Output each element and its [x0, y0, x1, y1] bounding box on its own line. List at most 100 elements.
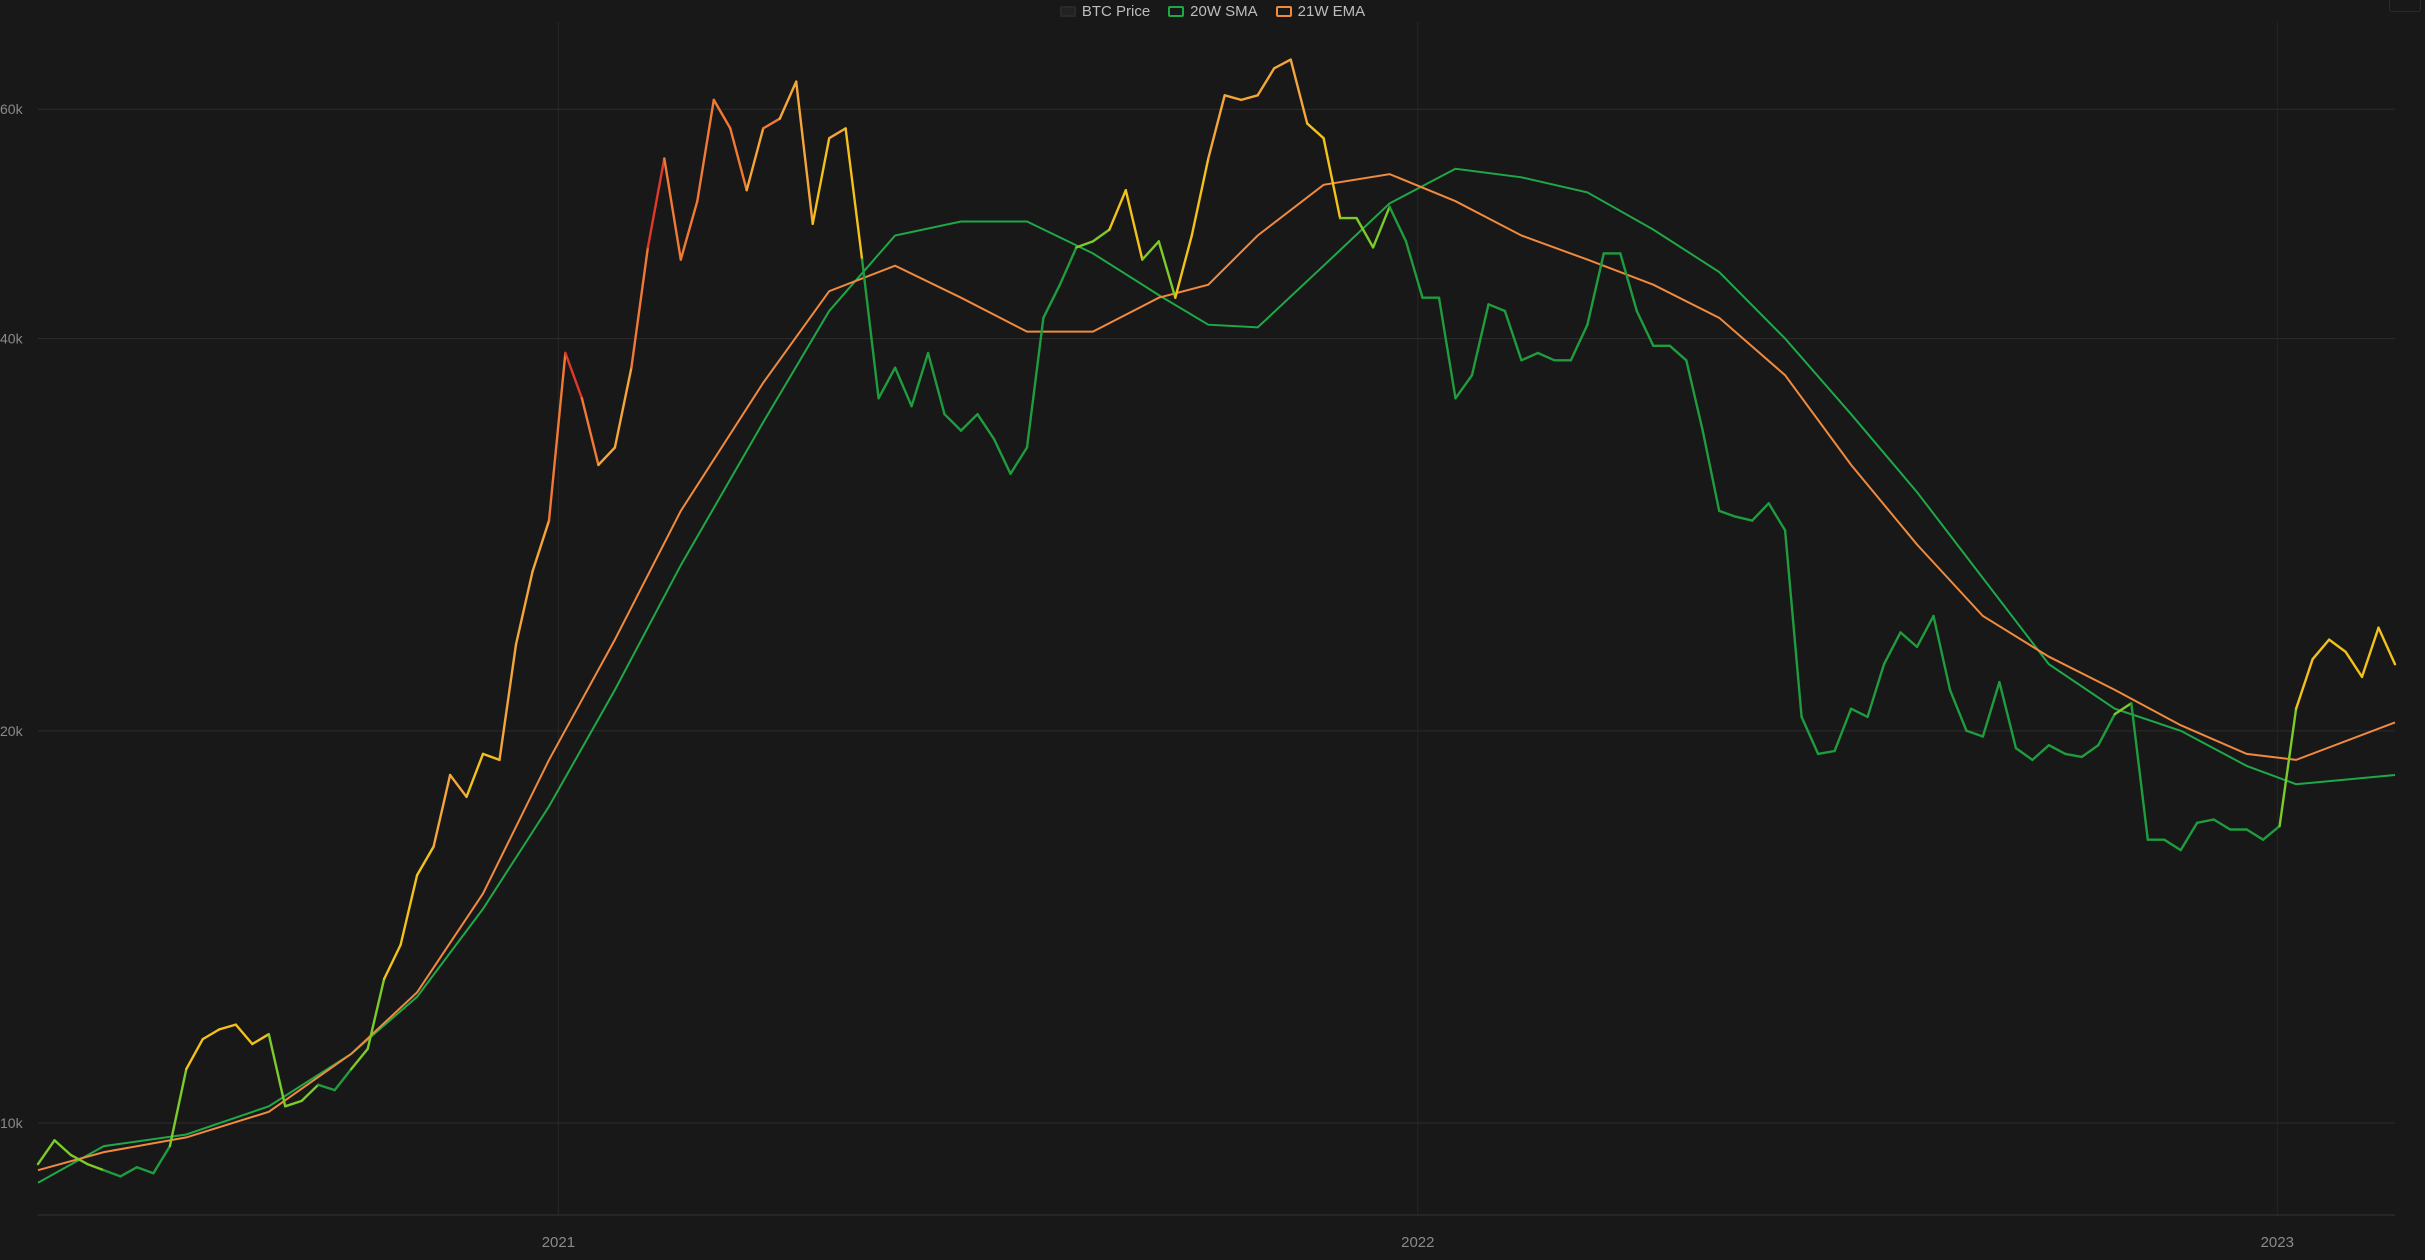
- btc-price-segment: [1915, 614, 1935, 649]
- btc-price-segment: [531, 519, 551, 573]
- btc-price-segment: [696, 98, 715, 203]
- btc-price-segment: [86, 1162, 106, 1172]
- btc-price-segment: [1717, 509, 1737, 518]
- legend-item-btc-price[interactable]: BTC Price: [1059, 3, 1150, 20]
- x-axis-ticks: 2021 2022 2023: [542, 1234, 2294, 1251]
- legend-label-20w-sma: 20W SMA: [1190, 2, 1258, 20]
- btc-price-segment: [185, 1037, 205, 1071]
- btc-price-segment: [1305, 122, 1325, 140]
- btc-price-segment: [1437, 296, 1457, 400]
- btc-price-segment: [959, 413, 979, 432]
- btc-price-segment: [877, 366, 897, 400]
- y-tick-label: 60k: [0, 101, 24, 117]
- series-20w-sma-line: [37, 167, 2396, 1184]
- btc-price-segment: [1404, 240, 1424, 299]
- btc-price-segment: [432, 773, 452, 848]
- btc-price-segment: [1388, 205, 1408, 243]
- btc-price-segment: [1371, 205, 1391, 249]
- y-tick-label: 10k: [0, 1115, 24, 1131]
- btc-price-segment: [1734, 515, 1754, 522]
- btc-price-segment: [976, 413, 996, 441]
- btc-price-segment: [135, 1165, 155, 1175]
- btc-price-segment: [1685, 359, 1704, 432]
- btc-price-segment: [399, 873, 419, 947]
- btc-price-segment: [1849, 707, 1869, 719]
- x-tick-label: 2021: [542, 1234, 575, 1251]
- btc-price-segment: [2245, 828, 2265, 841]
- btc-price-segment: [2097, 712, 2117, 747]
- btc-price-segment: [317, 1083, 336, 1092]
- btc-price-segment: [1042, 283, 1062, 319]
- legend-item-21w-ema[interactable]: 21W EMA: [1275, 3, 1365, 20]
- btc-price-segment: [2377, 626, 2397, 666]
- btc-price-segment: [1470, 303, 1490, 377]
- btc-price-segment: [53, 1139, 73, 1157]
- btc-price-segment: [1075, 240, 1095, 249]
- btc-price-segment: [1750, 502, 1770, 522]
- btc-price-segment: [234, 1023, 254, 1046]
- btc-price-segment: [1025, 316, 1045, 449]
- btc-price-segment: [1157, 240, 1177, 299]
- btc-price-segment: [2278, 707, 2298, 828]
- btc-price-segment: [1272, 58, 1292, 70]
- btc-price-segment: [1190, 157, 1210, 237]
- btc-price-segment: [1487, 303, 1507, 313]
- btc-price-segment: [465, 752, 485, 798]
- btc-price-segment: [1207, 94, 1226, 160]
- btc-price-segment: [333, 1067, 353, 1092]
- btc-price-segment: [613, 366, 633, 449]
- btc-price-segment: [382, 943, 402, 981]
- btc-price-segment: [893, 366, 913, 408]
- btc-price-segment: [1289, 58, 1309, 125]
- btc-price-segment: [1635, 309, 1655, 347]
- btc-price-segment: [860, 258, 880, 400]
- btc-price-segment: [1058, 246, 1078, 286]
- btc-price-segment: [1503, 309, 1523, 362]
- btc-price-segment: [1141, 240, 1161, 261]
- btc-price-segment: [679, 199, 699, 261]
- btc-price-segment: [745, 127, 765, 192]
- y-axis-ticks: 10k 20k 40k 60k: [0, 101, 24, 1131]
- btc-price-segment: [1816, 749, 1836, 756]
- btc-price-segment: [547, 351, 567, 522]
- btc-price-segment: [2014, 746, 2034, 762]
- btc-price-segment: [1256, 67, 1276, 97]
- btc-price-segment: [663, 157, 682, 261]
- btc-price-segment: [646, 157, 666, 249]
- btc-price-segment: [1619, 252, 1639, 313]
- btc-price-segment: [844, 127, 864, 261]
- legend-item-20w-sma[interactable]: 20W SMA: [1168, 3, 1258, 20]
- btc-price-segment: [2080, 744, 2100, 759]
- legend-swatch-20w-sma: [1168, 5, 1185, 17]
- btc-price-segment: [580, 397, 600, 467]
- btc-price-segment: [1091, 228, 1111, 243]
- btc-price-segment: [762, 117, 781, 130]
- btc-price-segment: [1108, 188, 1128, 231]
- btc-price-segment: [2360, 626, 2380, 679]
- y-tick-label: 40k: [0, 331, 24, 347]
- chart-options-button[interactable]: [2389, 0, 2421, 12]
- btc-price-segment: [1965, 729, 1985, 738]
- x-tick-label: 2023: [2261, 1234, 2294, 1251]
- btc-price-segment: [1536, 351, 1556, 362]
- btc-price-segment: [119, 1165, 139, 1178]
- btc-price-segment: [1668, 344, 1688, 362]
- btc-price-segment: [1586, 252, 1606, 326]
- btc-price-segment: [943, 413, 963, 432]
- btc-price-segment: [1981, 680, 2001, 738]
- btc-price-segment: [1833, 707, 1853, 753]
- chart-root: 2021 2022 2023 10k 20k 40k 60k BTC Price 20W …: [0, 0, 2425, 1260]
- btc-price-segment: [1899, 631, 1919, 649]
- btc-price-segment: [448, 773, 468, 798]
- btc-price-segment: [36, 1139, 56, 1166]
- btc-price-segment: [2311, 638, 2331, 661]
- btc-price-segment: [2195, 818, 2215, 824]
- btc-price-segment: [1322, 136, 1342, 220]
- series-lines: [36, 58, 2397, 1184]
- btc-price-segment: [267, 1032, 287, 1108]
- grid-lines: [38, 22, 2395, 1216]
- btc-price-segment: [795, 80, 814, 226]
- legend-swatch-21w-ema: [1275, 5, 1292, 17]
- btc-price-segment: [910, 351, 930, 408]
- btc-price-segment: [251, 1032, 270, 1046]
